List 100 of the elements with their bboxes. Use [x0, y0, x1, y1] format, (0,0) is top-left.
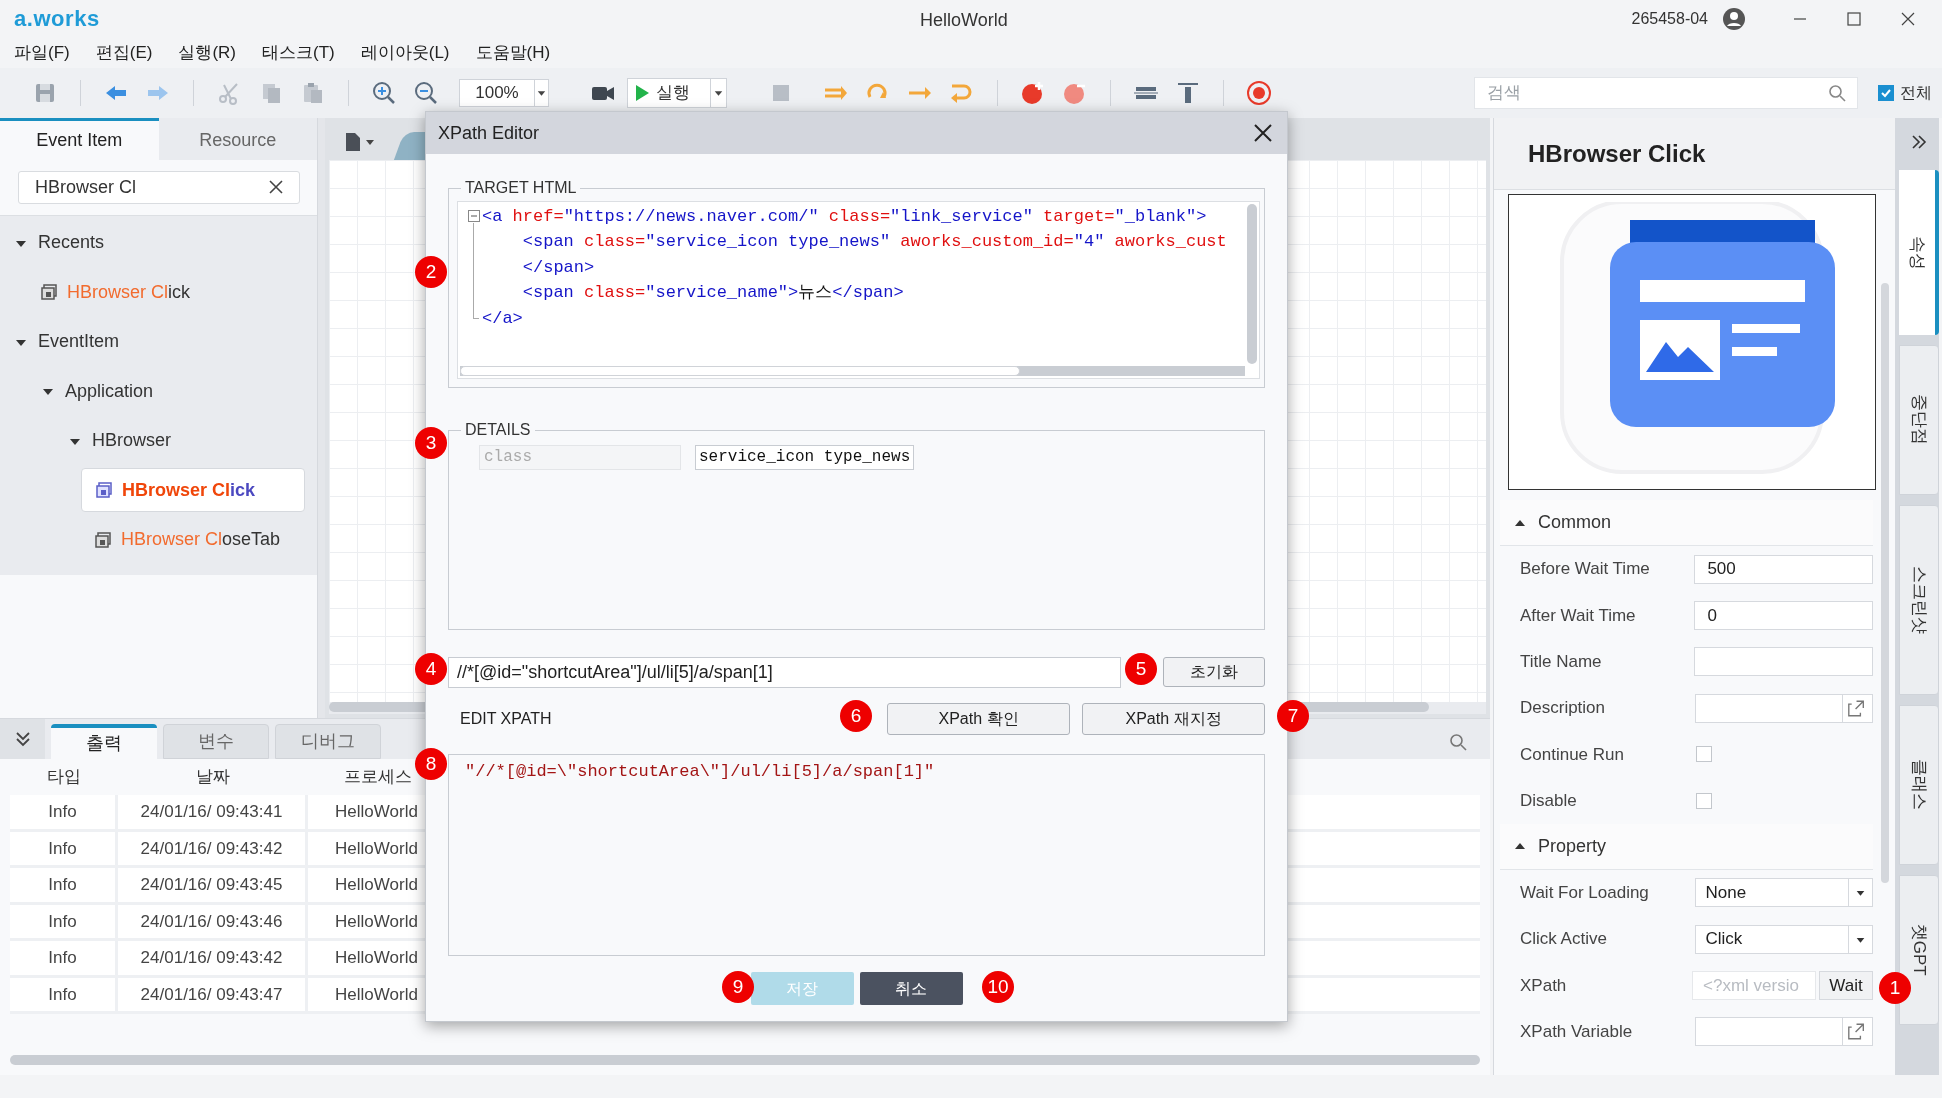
user-avatar-icon[interactable]	[1722, 6, 1746, 31]
dialog-title: XPath Editor	[438, 121, 540, 145]
search-icon[interactable]	[1449, 733, 1467, 751]
property-label: Before Wait Time	[1520, 558, 1651, 581]
property-label: Title Name	[1520, 651, 1603, 673]
property-label: XPath	[1520, 974, 1568, 997]
clear-icon[interactable]	[268, 179, 284, 195]
menu-item[interactable]: 실행(R)	[178, 39, 236, 66]
property-label: Description	[1520, 697, 1607, 720]
xpath-field[interactable]: //*[@id="shortcutArea"]/ul/li[5]/a/span[1]	[448, 656, 1121, 688]
collapse-icon[interactable]	[13, 730, 32, 748]
app-logo: a.works	[14, 5, 100, 33]
table-cell: 24/01/16/ 09:43:41	[118, 795, 308, 829]
tree-item[interactable]: Recents	[0, 218, 317, 268]
table-cell: 24/01/16/ 09:43:45	[118, 868, 308, 902]
tree-item[interactable]: Application	[0, 366, 317, 416]
cancel-button[interactable]: 취소	[859, 972, 963, 1005]
window-icon	[95, 531, 111, 548]
input-field[interactable]: 0	[1694, 600, 1873, 630]
property-label: Click Active	[1520, 928, 1608, 951]
window-title: HelloWorld	[920, 9, 1008, 32]
side-tab[interactable]: 클래스	[1899, 705, 1939, 865]
close-icon[interactable]	[1253, 123, 1273, 143]
section-label: EDIT XPATH	[460, 709, 552, 729]
scrollbar[interactable]	[10, 1055, 1480, 1065]
tree-item-label: HBrowser Click	[67, 280, 190, 304]
run-button[interactable]: 실행	[627, 78, 727, 108]
menu-item[interactable]: 레이아웃(L)	[360, 39, 450, 66]
column-header: 타입	[46, 766, 82, 789]
table-cell: 24/01/16/ 09:43:47	[118, 977, 308, 1011]
reassign-xpath-button[interactable]: XPath 재지정	[1082, 703, 1265, 735]
window-icon	[96, 482, 112, 499]
property-label: After Wait Time	[1520, 604, 1637, 627]
side-tab[interactable]: 속성	[1899, 170, 1939, 335]
side-tab[interactable]: 스크린샷	[1899, 505, 1939, 695]
panel-tab[interactable]: Event Item	[0, 118, 159, 160]
user-id: 265458-04	[1631, 8, 1708, 29]
tree-item[interactable]: HBrowser	[0, 416, 317, 466]
play-icon	[634, 84, 650, 102]
checkbox[interactable]	[1696, 746, 1712, 763]
panel-tab[interactable]: 디버그	[275, 724, 381, 759]
caret-icon	[365, 137, 375, 147]
check-xpath-button[interactable]: XPath 확인	[887, 703, 1070, 735]
table-cell: Info	[10, 977, 118, 1011]
search-icon[interactable]	[1828, 84, 1846, 102]
attribute-name: class	[479, 445, 681, 470]
checkbox[interactable]	[1878, 85, 1894, 101]
code-line: "//*[@id=\"shortcutArea\"]/ul/li[5]/a/span[1]"	[464, 761, 935, 779]
panel-title: HBrowser Click	[1494, 118, 1895, 190]
menu-item[interactable]: 편집(E)	[95, 39, 153, 66]
dropdown[interactable]: None	[1694, 878, 1873, 908]
wait-button[interactable]: Wait	[1819, 971, 1873, 1000]
tree-item[interactable]: EventItem	[0, 317, 317, 367]
table-cell: 24/01/16/ 09:43:46	[118, 904, 308, 938]
table-cell: Info	[10, 795, 118, 829]
table-cell: 24/01/16/ 09:43:42	[118, 831, 308, 865]
document-icon	[345, 132, 361, 152]
column-header: 프로세스	[343, 766, 413, 789]
table-cell: Info	[10, 941, 118, 975]
input-field[interactable]	[1694, 1017, 1873, 1047]
panel-tab[interactable]: 출력	[51, 724, 157, 759]
code-line: <a href="https://news.naver.com/" class="link_service" target="_blank">	[482, 206, 1208, 228]
code-line: <span class="service_name">뉴스</span>	[521, 282, 905, 305]
table-cell: Info	[10, 831, 118, 865]
reset-button[interactable]: 초기화	[1163, 657, 1265, 687]
scrollbar[interactable]	[460, 366, 1245, 376]
attribute-value: service_icon type_news	[695, 445, 915, 470]
menu-item[interactable]: 파일(F)	[14, 39, 70, 66]
code-editor[interactable]: <a href="https://news.naver.com/" class="link_service" target="_blank"> <span class="service_icon type_news" aworks_custom_id="4" aworks_cust </span> <span class="service_name">뉴스</span> </a>	[457, 201, 1260, 379]
input-field[interactable]	[1694, 647, 1873, 677]
property-label: Continue Run	[1520, 743, 1625, 766]
tree-item-label: HBrowser CloseTab	[121, 528, 281, 552]
column-header: 날짜	[195, 766, 231, 789]
property-label: Disable	[1520, 789, 1578, 812]
code-line: </a>	[482, 307, 524, 330]
checkbox[interactable]	[1696, 792, 1712, 809]
panel-tab[interactable]: 변수	[163, 724, 269, 759]
property-label: Wait For Loading	[1520, 882, 1650, 905]
search-field[interactable]: HBrowser Cl	[18, 171, 300, 204]
code-editor[interactable]: "//*[@id=\"shortcutArea\"]/ul/li[5]/a/span[1]"	[448, 754, 1265, 956]
table-cell: Info	[10, 868, 118, 902]
input-field[interactable]: 500	[1694, 554, 1873, 584]
scrollbar[interactable]	[1247, 204, 1257, 364]
tree-item[interactable]: HBrowser Click	[81, 468, 305, 513]
window-icon	[41, 284, 57, 301]
side-tab[interactable]: 중단점	[1899, 345, 1939, 495]
input-field[interactable]	[1694, 693, 1873, 723]
scrollbar[interactable]	[1881, 283, 1889, 883]
caret-icon	[534, 79, 548, 107]
record-icon[interactable]	[1245, 79, 1273, 107]
collapse-icon[interactable]	[468, 210, 480, 222]
dropdown[interactable]: Click	[1694, 924, 1873, 954]
search-field[interactable]: 검색	[1474, 77, 1858, 109]
code-line: <span class="service_icon type_news" aworks_custom_id="4" aworks_cust	[521, 231, 1227, 254]
side-tab[interactable]: 챗GPT	[1899, 875, 1939, 1025]
code-line: </span>	[521, 256, 596, 279]
menu-item[interactable]: 도움말(H)	[475, 39, 551, 66]
table-cell: Info	[10, 904, 118, 938]
zoom-dropdown[interactable]: 100%	[459, 79, 549, 107]
menu-item[interactable]: 태스크(T)	[262, 39, 335, 66]
